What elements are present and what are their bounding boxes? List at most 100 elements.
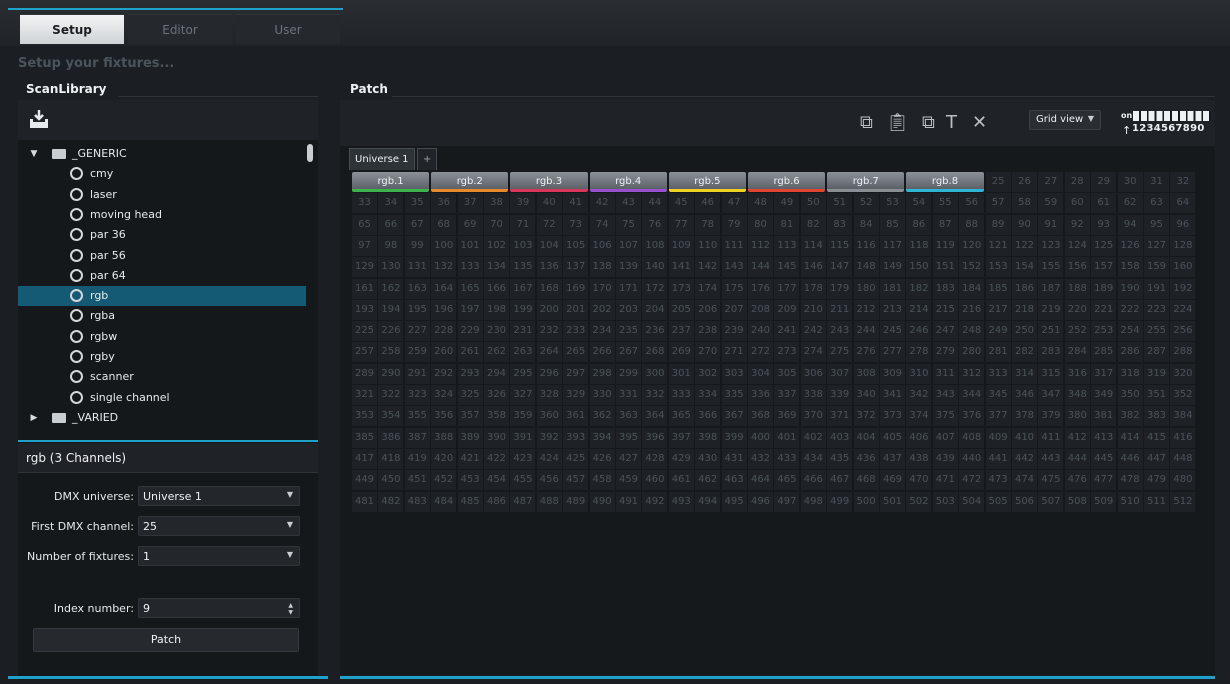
channel-cell[interactable]: 337 — [774, 385, 800, 405]
channel-cell[interactable]: 68 — [431, 214, 457, 235]
tree-item[interactable]: single channel — [18, 388, 306, 408]
channel-cell[interactable]: 165 — [457, 278, 483, 299]
channel-cell[interactable]: 327 — [510, 385, 536, 405]
channel-cell[interactable]: 442 — [1012, 448, 1037, 469]
channel-cell[interactable]: 291 — [404, 363, 430, 384]
channel-cell[interactable]: 47 — [721, 193, 747, 214]
channel-cell[interactable]: 500 — [853, 491, 879, 512]
channel-cell[interactable]: 221 — [1091, 299, 1117, 320]
channel-cell[interactable]: 419 — [404, 448, 430, 469]
channel-cell[interactable]: 321 — [352, 385, 377, 405]
channel-cell[interactable]: 169 — [563, 278, 589, 299]
channel-cell[interactable]: 194 — [378, 299, 404, 320]
channel-cell[interactable]: 56 — [959, 193, 985, 214]
channel-cell[interactable]: 494 — [695, 491, 721, 512]
channel-cell[interactable]: 46 — [695, 193, 721, 214]
channel-cell[interactable]: 209 — [774, 299, 800, 320]
channel-cell[interactable]: 332 — [642, 385, 668, 405]
channel-cell[interactable]: 259 — [404, 342, 430, 363]
channel-cell[interactable]: 279 — [932, 342, 958, 363]
channel-cell[interactable]: 63 — [1144, 193, 1169, 214]
channel-cell[interactable]: 35 — [404, 193, 430, 214]
channel-cell[interactable]: 428 — [642, 448, 668, 469]
channel-cell[interactable]: 340 — [853, 385, 879, 405]
channel-cell[interactable]: 179 — [827, 278, 853, 299]
channel-cell[interactable]: 58 — [1012, 193, 1037, 214]
channel-cell[interactable]: 344 — [959, 385, 985, 405]
channel-cell[interactable]: 124 — [1064, 235, 1090, 256]
channel-cell[interactable]: 43 — [616, 193, 641, 214]
channel-cell[interactable]: 397 — [668, 427, 694, 448]
channel-cell[interactable]: 444 — [1064, 448, 1090, 469]
channel-cell[interactable]: 407 — [932, 427, 958, 448]
channel-cell[interactable]: 266 — [589, 342, 615, 363]
view-mode-select[interactable]: Grid view ▼ — [1029, 110, 1101, 130]
channel-cell[interactable]: 433 — [774, 448, 800, 469]
channel-cell[interactable]: 352 — [1170, 385, 1196, 405]
channel-cell[interactable]: 243 — [827, 321, 853, 342]
channel-cell[interactable]: 353 — [352, 406, 377, 427]
channel-cell[interactable]: 197 — [457, 299, 483, 320]
channel-cell[interactable]: 36 — [431, 193, 457, 214]
channel-cell[interactable]: 181 — [880, 278, 905, 299]
channel-cell[interactable]: 240 — [748, 321, 773, 342]
channel-cell[interactable]: 508 — [1064, 491, 1090, 512]
channel-cell[interactable]: 145 — [774, 257, 800, 278]
channel-cell[interactable]: 296 — [536, 363, 562, 384]
patched-fixture[interactable]: rgb.1 — [352, 172, 430, 192]
channel-cell[interactable]: 267 — [616, 342, 641, 363]
channel-cell[interactable]: 416 — [1170, 427, 1196, 448]
channel-cell[interactable]: 273 — [774, 342, 800, 363]
channel-cell[interactable]: 270 — [695, 342, 721, 363]
channel-cell[interactable]: 180 — [853, 278, 879, 299]
channel-cell[interactable]: 308 — [853, 363, 879, 384]
channel-cell[interactable]: 475 — [1038, 470, 1064, 491]
channel-cell[interactable]: 451 — [404, 470, 430, 491]
channel-cell[interactable]: 44 — [642, 193, 668, 214]
patched-fixture[interactable]: rgb.6 — [748, 172, 826, 192]
channel-cell[interactable]: 402 — [800, 427, 826, 448]
channel-cell[interactable]: 359 — [510, 406, 536, 427]
channel-cell[interactable]: 119 — [932, 235, 958, 256]
channel-cell[interactable]: 164 — [431, 278, 457, 299]
channel-cell[interactable]: 57 — [985, 193, 1011, 214]
channel-cell[interactable]: 97 — [352, 235, 377, 256]
channel-cell[interactable]: 53 — [880, 193, 905, 214]
channel-cell[interactable]: 476 — [1064, 470, 1090, 491]
patch-button[interactable]: Patch — [33, 628, 299, 652]
channel-cell[interactable]: 242 — [800, 321, 826, 342]
channel-cell[interactable]: 445 — [1091, 448, 1117, 469]
channel-cell[interactable]: 297 — [563, 363, 589, 384]
channel-cell[interactable]: 440 — [959, 448, 985, 469]
patched-fixture[interactable]: rgb.8 — [906, 172, 984, 192]
channel-cell[interactable]: 72 — [536, 214, 562, 235]
channel-cell[interactable]: 487 — [510, 491, 536, 512]
channel-cell[interactable]: 59 — [1038, 193, 1064, 214]
channel-cell[interactable]: 255 — [1144, 321, 1169, 342]
channel-cell[interactable]: 252 — [1064, 321, 1090, 342]
channel-cell[interactable]: 125 — [1091, 235, 1117, 256]
channel-cell[interactable]: 116 — [853, 235, 879, 256]
channel-cell[interactable]: 384 — [1170, 406, 1196, 427]
channel-cell[interactable]: 168 — [536, 278, 562, 299]
channel-cell[interactable]: 26 — [1012, 172, 1037, 192]
channel-cell[interactable]: 306 — [800, 363, 826, 384]
channel-cell[interactable]: 470 — [906, 470, 932, 491]
channel-cell[interactable]: 302 — [695, 363, 721, 384]
channel-cell[interactable]: 512 — [1170, 491, 1196, 512]
patched-fixture[interactable]: rgb.2 — [431, 172, 509, 192]
channel-cell[interactable]: 335 — [721, 385, 747, 405]
channel-cell[interactable]: 458 — [589, 470, 615, 491]
channel-cell[interactable]: 71 — [510, 214, 536, 235]
channel-cell[interactable]: 289 — [352, 363, 377, 384]
channel-cell[interactable]: 139 — [616, 257, 641, 278]
channel-cell[interactable]: 485 — [457, 491, 483, 512]
channel-cell[interactable]: 176 — [748, 278, 773, 299]
channel-cell[interactable]: 224 — [1170, 299, 1196, 320]
channel-cell[interactable]: 502 — [906, 491, 932, 512]
channel-cell[interactable]: 137 — [563, 257, 589, 278]
channel-cell[interactable]: 468 — [853, 470, 879, 491]
tab-universe-1[interactable]: Universe 1 — [349, 148, 415, 170]
channel-cell[interactable]: 75 — [616, 214, 641, 235]
channel-cell[interactable]: 317 — [1091, 363, 1117, 384]
